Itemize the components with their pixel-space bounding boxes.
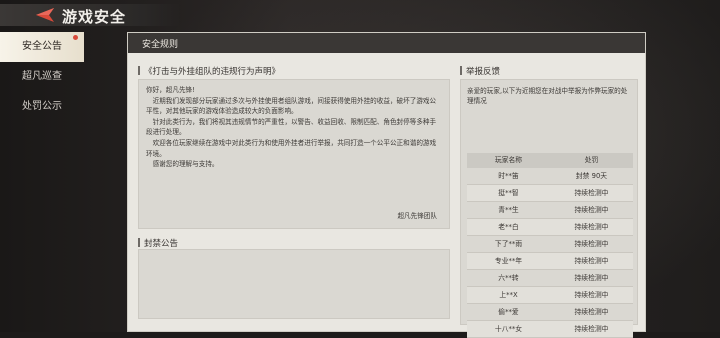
player-name: 老**白 [498,223,519,231]
report-title: 举报反馈 [460,65,500,77]
sidebar: 安全公告 超凡巡查 处罚公示 [0,32,84,332]
penalty: 持续检测中 [574,325,609,333]
sidebar-item-patrol[interactable]: 超凡巡查 [0,62,84,92]
penalty: 持续检测中 [574,257,609,265]
sidebar-item-penalty[interactable]: 处罚公示 [0,92,84,122]
notice-line: 近期我们发现部分玩家通过多次与外挂使用者组队游戏，间接获得使用外挂的收益，破坏了… [146,96,437,116]
penalty: 持续检测中 [574,308,609,316]
notice-line: 感谢您的理解与支持。 [146,160,219,169]
sidebar-item-label: 安全公告 [22,41,62,52]
sidebar-item-label: 处罚公示 [22,101,62,112]
penalty: 持续检测中 [574,274,609,282]
table-body: 时**笛 封禁 90天 挺**智 持续检测中 青**生 持续检测中 老**白 持… [467,168,633,338]
report-section: 举报反馈 亲爱的玩家,以下为近期您在对战中举报为作弊玩家的处理情况 玩家名称 处… [460,63,638,338]
player-name: 上**X [499,291,518,299]
ban-section: 封禁公告 [138,235,450,319]
penalty: 封禁 90天 [575,172,608,180]
penalty: 持续检测中 [574,206,609,214]
rules-panel: 安全规则 《打击与外挂组队的违规行为声明》 你好，超凡先锋! 近期我们发现部分玩… [127,32,646,338]
notice-title: 《打击与外挂组队的违规行为声明》 [138,65,280,77]
penalty: 持续检测中 [574,223,609,231]
ban-title: 封禁公告 [138,237,178,249]
sidebar-item-security-notice[interactable]: 安全公告 [0,32,84,62]
back-arrow-icon [36,8,54,22]
notice-line: 欢迎各位玩家继续在游戏中对此类行为和使用外挂者进行举报，共同打造一个公平公正和谐… [146,138,437,158]
penalty: 持续检测中 [574,240,609,248]
sidebar-item-label: 超凡巡查 [22,71,62,82]
player-name: 偷**爱 [498,308,519,316]
table-row: 上**X 持续检测中 [467,287,633,304]
penalty: 持续检测中 [574,291,609,299]
notice-section: 《打击与外挂组队的违规行为声明》 你好，超凡先锋! 近期我们发现部分玩家通过多次… [138,63,450,229]
table-row: 十八**女 持续检测中 [467,321,633,338]
notice-signature: 超凡先锋团队 [397,212,437,221]
back-button[interactable] [32,5,56,25]
notice-line: 你好，超凡先锋! [146,86,195,94]
player-name: 专业**年 [494,257,523,265]
table-row: 青**生 持续检测中 [467,202,633,219]
player-name: 十八**女 [494,325,523,333]
table-row: 老**白 持续检测中 [467,219,633,236]
page-title: 游戏安全 [62,8,127,26]
ban-content[interactable] [138,249,450,319]
player-name: 青**生 [498,206,519,214]
penalty: 持续检测中 [574,189,609,197]
notice-line: 针对此类行为，我们将视其违规情节的严重性，以警告、收益回收、限制匹配、角色封停等… [146,117,437,137]
column-header-name: 玩家名称 [494,156,523,164]
report-content[interactable]: 亲爱的玩家,以下为近期您在对战中举报为作弊玩家的处理情况 玩家名称 处罚 时**… [460,79,638,338]
player-name: 时**笛 [498,172,519,180]
table-header: 玩家名称 处罚 [467,153,633,168]
report-description: 亲爱的玩家,以下为近期您在对战中举报为作弊玩家的处理情况 [467,87,628,106]
table-row: 六**转 持续检测中 [467,270,633,287]
player-name: 六**转 [498,274,519,282]
table-row: 偷**爱 持续检测中 [467,304,633,321]
report-table: 玩家名称 处罚 时**笛 封禁 90天 挺**智 持续检测中 青**生 持续检测… [467,153,633,338]
column-header-penalty: 处罚 [584,156,599,164]
panel-title: 安全规则 [142,40,179,50]
header: 游戏安全 [0,0,720,30]
notice-content[interactable]: 你好，超凡先锋! 近期我们发现部分玩家通过多次与外挂使用者组队游戏，间接获得使用… [138,79,450,229]
table-row: 专业**年 持续检测中 [467,253,633,270]
table-row: 下了**雨 持续检测中 [467,236,633,253]
table-row: 时**笛 封禁 90天 [467,168,633,185]
panel-header: 安全规则 [128,33,645,53]
player-name: 下了**雨 [494,240,523,248]
table-row: 挺**智 持续检测中 [467,185,633,202]
player-name: 挺**智 [498,189,519,197]
